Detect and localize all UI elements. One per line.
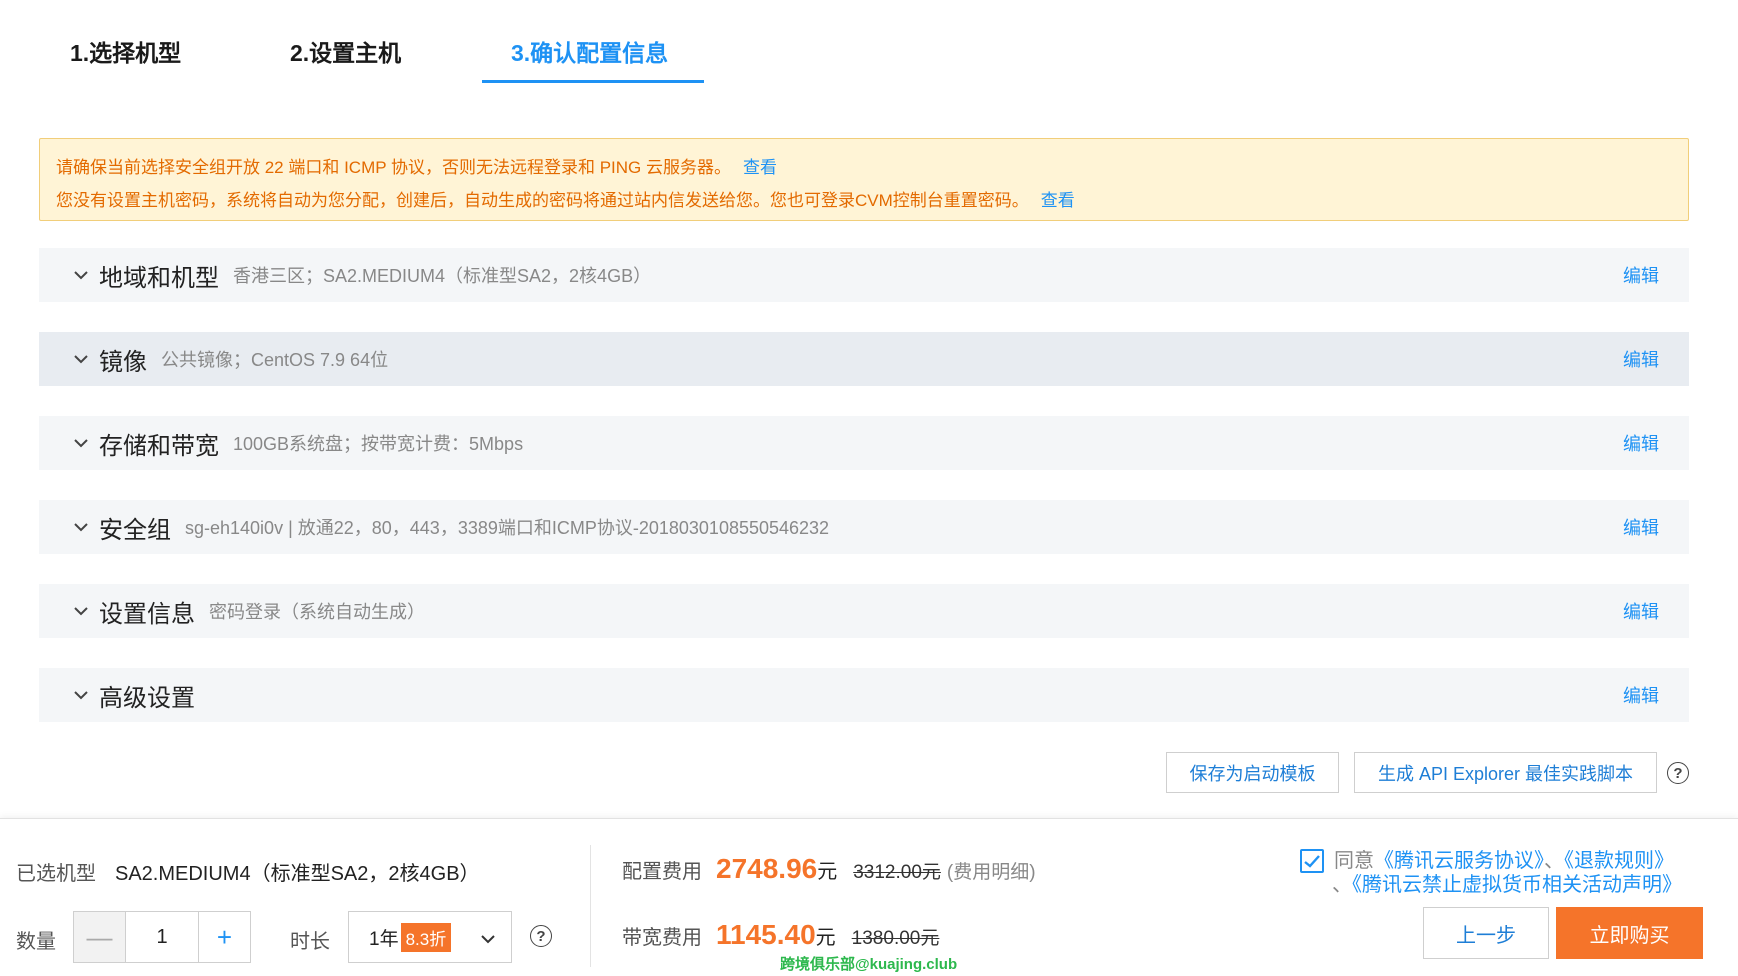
active-step-underline [482,80,704,83]
notice-text-1: 请确保当前选择安全组开放 22 端口和 ICMP 协议，否则无法远程登录和 PI… [56,158,732,177]
buy-now-button[interactable]: 立即购买 [1556,907,1703,959]
config-fee-original: 3312.00元 [853,862,941,883]
duration-label: 时长 [290,931,330,953]
edit-link[interactable]: 编辑 [1623,598,1659,624]
step-confirm-config[interactable]: 3.确认配置信息 [511,36,668,86]
section-storage-bandwidth[interactable]: 存储和带宽 100GB系统盘；按带宽计费：5Mbps 编辑 [39,416,1689,470]
bandwidth-fee-row: 带宽费用 1145.40 元 1380.00元 [622,919,939,951]
previous-step-button[interactable]: 上一步 [1423,907,1549,959]
api-explorer-button[interactable]: 生成 API Explorer 最佳实践脚本 [1354,752,1657,793]
warning-notice: 请确保当前选择安全组开放 22 端口和 ICMP 协议，否则无法远程登录和 PI… [39,138,1689,221]
chevron-down-icon [71,601,91,621]
agree-separator: 、 [1544,850,1564,872]
quantity-stepper: — 1 + [73,911,251,963]
quantity-input[interactable]: 1 [126,912,198,962]
section-title: 地域和机型 [99,264,219,292]
section-title: 高级设置 [99,684,195,712]
bandwidth-fee-original: 1380.00元 [851,928,940,949]
bandwidth-fee-unit: 元 [815,927,836,949]
page: 1.选择机型 2.设置主机 3.确认配置信息 请确保当前选择安全组开放 22 端… [0,0,1738,976]
notice-view-link-2[interactable]: 查看 [1041,191,1075,210]
duration-help-icon[interactable]: ? [530,925,552,947]
step-tabs: 1.选择机型 2.设置主机 3.确认配置信息 [0,0,1738,86]
step-set-host[interactable]: 2.设置主机 [290,36,401,86]
section-desc: 香港三区；SA2.MEDIUM4（标准型SA2，2核4GB） [233,266,652,286]
config-fee-unit: 元 [817,861,838,883]
help-icon[interactable]: ? [1667,762,1689,784]
config-fee-label: 配置费用 [622,861,702,883]
notice-view-link-1[interactable]: 查看 [743,158,777,177]
section-security-group[interactable]: 安全组 sg-eh140i0v | 放通22，80，443，3389端口和ICM… [39,500,1689,554]
virtual-currency-statement-link[interactable]: 《腾讯云禁止虚拟货币相关活动声明》 [1352,874,1682,896]
order-footer: 已选机型 SA2.MEDIUM4（标准型SA2，2核4GB） 数量 — 1 + … [0,818,1738,976]
section-desc: 公共镜像；CentOS 7.9 64位 [161,350,389,370]
fee-detail-link[interactable]: (费用明细) [947,857,1036,884]
edit-link[interactable]: 编辑 [1623,262,1659,288]
config-fee-row: 配置费用 2748.96 元 3312.00元 (费用明细) [622,853,1036,885]
chevron-down-icon [71,349,91,369]
chevron-down-icon [481,928,495,950]
discount-badge: 8.3折 [400,922,452,952]
save-template-button[interactable]: 保存为启动模板 [1166,752,1339,793]
section-advanced-settings[interactable]: 高级设置 编辑 [39,668,1689,722]
edit-link[interactable]: 编辑 [1623,514,1659,540]
section-desc: 密码登录（系统自动生成） [209,602,425,622]
selected-model-value: SA2.MEDIUM4（标准型SA2，2核4GB） [115,863,480,885]
section-desc: sg-eh140i0v | 放通22，80，443，3389端口和ICMP协议-… [185,518,830,538]
chevron-down-icon [71,433,91,453]
section-title: 存储和带宽 [99,432,219,460]
bandwidth-fee-amount: 1145.40 [716,919,816,950]
duration-value: 1年 [369,928,399,950]
section-settings-info[interactable]: 设置信息 密码登录（系统自动生成） 编辑 [39,584,1689,638]
edit-link[interactable]: 编辑 [1623,430,1659,456]
duration-select[interactable]: 1年 8.3折 [348,911,512,963]
section-image[interactable]: 镜像 公共镜像；CentOS 7.9 64位 编辑 [39,332,1689,386]
footer-divider [590,845,591,967]
service-agreement-link[interactable]: 《腾讯云服务协议》 [1374,850,1544,872]
step-select-model[interactable]: 1.选择机型 [70,36,181,86]
agreement-text: 同意《腾讯云服务协议》、《退款规则》 、《腾讯云禁止虚拟货币相关活动声明》 [1300,849,1720,897]
quantity-increment-button[interactable]: + [198,912,250,962]
agree-separator: 、 [1332,874,1352,896]
notice-text-2: 您没有设置主机密码，系统将自动为您分配，创建后，自动生成的密码将通过站内信发送给… [56,191,1029,210]
quantity-label: 数量 [16,931,56,953]
section-title: 安全组 [99,516,171,544]
watermark: 跨境俱乐部@kuajing.club [780,956,958,973]
chevron-down-icon [71,517,91,537]
config-fee-amount: 2748.96 [716,853,818,884]
bandwidth-fee-label: 带宽费用 [622,927,702,949]
section-desc: 100GB系统盘；按带宽计费：5Mbps [233,434,524,454]
selected-model-label: 已选机型 [16,863,96,885]
edit-link[interactable]: 编辑 [1623,346,1659,372]
notice-line-2: 您没有设置主机密码，系统将自动为您分配，创建后，自动生成的密码将通过站内信发送给… [56,184,1672,217]
edit-link[interactable]: 编辑 [1623,682,1659,708]
refund-rules-link[interactable]: 《退款规则》 [1564,850,1674,872]
chevron-down-icon [71,685,91,705]
section-title: 设置信息 [99,600,195,628]
section-title: 镜像 [99,348,147,376]
chevron-down-icon [71,265,91,285]
quantity-decrement-button[interactable]: — [74,912,126,962]
notice-line-1: 请确保当前选择安全组开放 22 端口和 ICMP 协议，否则无法远程登录和 PI… [56,151,1672,184]
section-region-model[interactable]: 地域和机型 香港三区；SA2.MEDIUM4（标准型SA2，2核4GB） 编辑 [39,248,1689,302]
agree-prefix: 同意 [1334,850,1374,872]
